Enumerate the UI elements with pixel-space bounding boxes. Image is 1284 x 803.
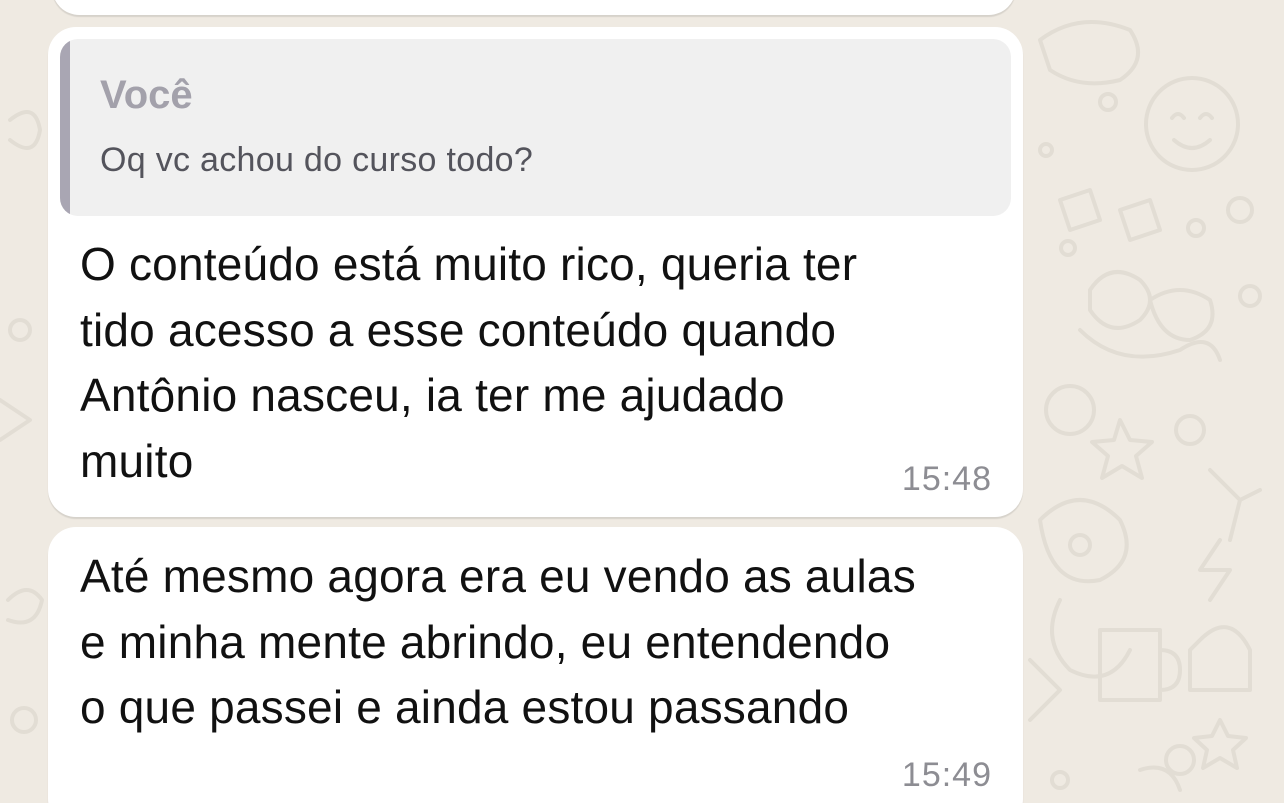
message-line: muito xyxy=(80,434,194,487)
bell-doodle-icon xyxy=(1188,625,1252,692)
message-bubble[interactable]: Até mesmo agora era eu vendo as aulas e … xyxy=(48,527,1023,803)
message-text: Até mesmo agora era eu vendo as aulas e … xyxy=(80,544,916,741)
quote-accent-bar xyxy=(60,39,70,216)
message-line: Antônio nasceu, ia ter me ajudado xyxy=(80,369,785,421)
message-line: Até mesmo agora era eu vendo as aulas xyxy=(80,550,916,602)
message-line: e minha mente abrindo, eu entendendo xyxy=(80,615,891,668)
message-line: O conteúdo está muito rico, queria ter xyxy=(80,238,858,290)
smiley-doodle-icon xyxy=(1144,76,1240,172)
cup-doodle-icon xyxy=(1038,20,1140,86)
quoted-message[interactable]: Você Oq vc achou do curso todo? xyxy=(60,39,1011,216)
message-timestamp: 15:49 xyxy=(901,756,992,794)
quoted-author: Você xyxy=(100,73,193,117)
message-text: O conteúdo está muito rico, queria ter t… xyxy=(80,232,857,494)
message-line: tido acesso a esse conteúdo quando xyxy=(80,303,837,356)
quoted-text: Oq vc achou do curso todo? xyxy=(100,141,534,179)
message-bubble[interactable]: Você Oq vc achou do curso todo? O conteú… xyxy=(48,27,1023,517)
message-timestamp: 15:48 xyxy=(901,460,992,498)
message-line: o que passei e ainda estou passando xyxy=(80,681,850,733)
mug-doodle-icon xyxy=(1098,628,1182,702)
star-doodle-icon xyxy=(1090,418,1154,480)
previous-message-bubble[interactable] xyxy=(52,0,1016,15)
